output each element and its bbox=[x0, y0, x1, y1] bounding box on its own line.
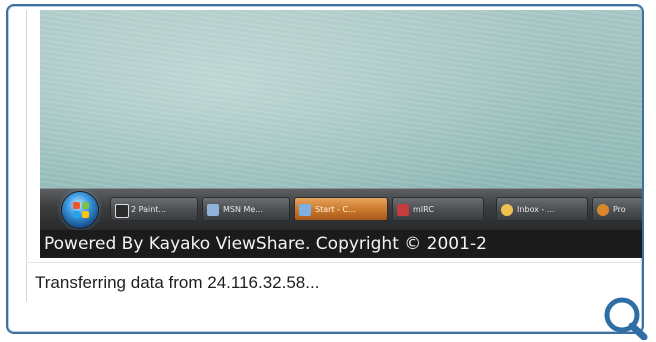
taskbar-button-label: 2 Paint... bbox=[131, 205, 167, 214]
taskbar-button-label: Inbox - ... bbox=[517, 205, 555, 214]
mail-icon bbox=[501, 204, 513, 216]
panel-divider bbox=[26, 10, 27, 302]
taskbar-button-paint[interactable]: 2 Paint... bbox=[110, 197, 198, 221]
copyright-banner: Powered By Kayako ViewShare. Copyright ©… bbox=[40, 230, 642, 258]
taskbar-button-label: Start - C... bbox=[315, 205, 356, 214]
windows-orb-icon[interactable] bbox=[62, 192, 98, 228]
taskbar-button-mirc[interactable]: mIRC bbox=[392, 197, 484, 221]
magnifier-icon[interactable] bbox=[600, 296, 652, 340]
app-icon bbox=[597, 204, 609, 216]
status-text: Transferring data from 24.116.32.58... bbox=[35, 273, 320, 292]
msn-icon bbox=[207, 204, 219, 216]
taskbar-button-label: Pro bbox=[613, 205, 626, 214]
remote-taskbar: 2 Paint... MSN Me... Start - C... mIRC I… bbox=[40, 188, 642, 231]
taskbar-button-label: mIRC bbox=[413, 205, 434, 214]
taskbar-button-inbox[interactable]: Inbox - ... bbox=[496, 197, 588, 221]
remote-screen[interactable]: 2 Paint... MSN Me... Start - C... mIRC I… bbox=[40, 10, 642, 258]
taskbar-button-msn[interactable]: MSN Me... bbox=[202, 197, 290, 221]
mirc-icon bbox=[397, 204, 409, 216]
taskbar-button-label: MSN Me... bbox=[223, 205, 263, 214]
folder-icon bbox=[299, 204, 311, 216]
paint-icon bbox=[115, 204, 129, 218]
status-bar: Transferring data from 24.116.32.58... bbox=[26, 262, 642, 302]
taskbar-button-start[interactable]: Start - C... bbox=[294, 197, 388, 221]
taskbar-button-pro[interactable]: Pro bbox=[592, 197, 642, 221]
